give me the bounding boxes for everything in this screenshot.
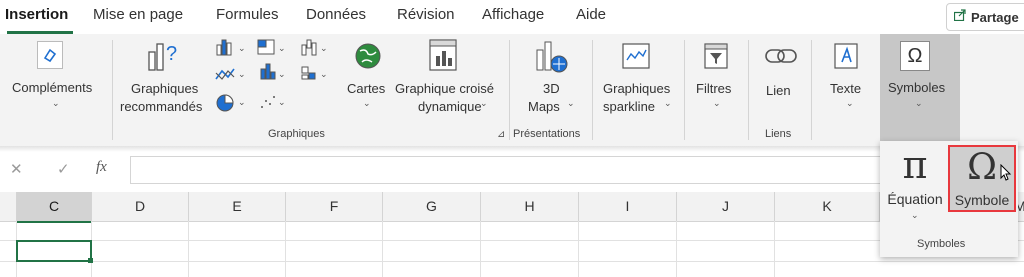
formula-input[interactable] (130, 156, 882, 184)
column-header-d[interactable]: D (92, 192, 189, 222)
tab-revision[interactable]: Révision (397, 6, 455, 23)
divider (684, 40, 685, 140)
graphiques-label-2[interactable]: recommandés (120, 98, 202, 115)
divider (811, 40, 812, 140)
column-header-c[interactable]: C (17, 192, 92, 223)
divider (592, 40, 593, 140)
pivot-chart-label-2[interactable]: dynamique (418, 98, 482, 115)
tab-insertion[interactable]: Insertion (5, 6, 68, 23)
divider (509, 40, 510, 140)
svg-text:⌄: ⌄ (320, 70, 328, 80)
link-icon[interactable] (764, 44, 798, 68)
pivot-chart-label-1[interactable]: Graphique croisé (395, 80, 494, 97)
svg-text:⌄: ⌄ (278, 98, 286, 108)
symbole-label: Symbole (954, 192, 1010, 208)
svg-text:⌄: ⌄ (320, 44, 328, 54)
chart-question-icon[interactable]: ? (146, 38, 182, 74)
complements-button[interactable]: Compléments (12, 79, 92, 96)
chevron-down-icon: ⌄ (911, 210, 919, 220)
gridline (480, 221, 481, 277)
gridline (285, 221, 286, 277)
sparkline-label-1[interactable]: Graphiques (603, 80, 670, 97)
tab-formules[interactable]: Formules (216, 6, 279, 23)
gridline (774, 221, 775, 277)
chevron-down-icon: ⌄ (846, 98, 854, 108)
maps3d-label-1[interactable]: 3D (543, 80, 560, 97)
sparkline-label-2[interactable]: sparkline (603, 98, 655, 115)
group-label-graphiques: Graphiques (268, 128, 325, 140)
row-header-corner[interactable] (0, 192, 17, 222)
svg-text:⌄: ⌄ (278, 70, 286, 80)
texte-button[interactable]: Texte (830, 80, 861, 97)
symboles-button[interactable]: Symboles (888, 79, 945, 96)
filter-icon[interactable] (703, 42, 729, 70)
chevron-down-icon: ⌄ (480, 98, 488, 108)
group-label-liens: Liens (765, 128, 792, 140)
group-label-presentations: Présentations (513, 128, 581, 140)
lien-button[interactable]: Lien (766, 82, 791, 99)
column-header-j[interactable]: J (677, 192, 775, 222)
gridline (0, 240, 1024, 241)
divider (112, 40, 113, 140)
column-header-g[interactable]: G (383, 192, 481, 222)
column-header-f[interactable]: F (286, 192, 383, 222)
chevron-down-icon: ⌄ (664, 98, 672, 108)
svg-text:⌄: ⌄ (238, 98, 246, 108)
gridline (578, 221, 579, 277)
maps3d-label-2[interactable]: Maps (528, 98, 560, 115)
text-icon[interactable] (833, 42, 859, 70)
active-cell[interactable] (16, 240, 92, 262)
chevron-down-icon: ⌄ (915, 98, 923, 108)
tab-aide[interactable]: Aide (576, 6, 606, 23)
omega-icon[interactable]: Ω (900, 41, 930, 71)
gridline (382, 221, 383, 277)
column-header-k[interactable]: K (775, 192, 880, 222)
chevron-down-icon: ⌄ (52, 98, 60, 108)
graphiques-label-1[interactable]: Graphiques (131, 80, 198, 97)
dialog-launcher-icon[interactable]: ⊿ (497, 129, 505, 140)
chevron-down-icon: ⌄ (363, 98, 371, 108)
globe-icon[interactable] (354, 42, 382, 70)
svg-text:?: ? (166, 43, 177, 65)
enter-icon[interactable]: ✓ (57, 160, 70, 178)
pi-icon[interactable]: π (887, 143, 943, 187)
3d-maps-icon[interactable] (533, 38, 569, 74)
divider (748, 40, 749, 140)
fill-handle[interactable] (88, 258, 93, 263)
mouse-cursor-icon (1000, 164, 1012, 181)
chevron-down-icon: ⌄ (713, 98, 721, 108)
pivot-chart-icon[interactable] (428, 38, 460, 74)
gridline (676, 221, 677, 277)
cartes-button[interactable]: Cartes (347, 80, 385, 97)
chevron-down-icon: ⌄ (567, 98, 575, 108)
share-icon (954, 9, 966, 21)
svg-text:⌄: ⌄ (238, 44, 246, 54)
column-header-e[interactable]: E (189, 192, 286, 222)
column-header-h[interactable]: H (481, 192, 579, 222)
svg-text:⌄: ⌄ (238, 70, 246, 80)
filtres-button[interactable]: Filtres (696, 80, 731, 97)
share-button[interactable]: Partage (946, 3, 1024, 31)
svg-text:⌄: ⌄ (278, 44, 286, 54)
gridline (0, 261, 1024, 262)
group-label-symboles: Symboles (917, 238, 966, 250)
fx-icon[interactable]: fx (96, 159, 107, 176)
column-header-i[interactable]: I (579, 192, 677, 222)
addins-icon[interactable] (37, 41, 63, 69)
tab-affichage[interactable]: Affichage (482, 6, 544, 23)
gridline (188, 221, 189, 277)
sparkline-icon[interactable] (621, 42, 651, 70)
cancel-icon[interactable]: ✕ (10, 160, 23, 178)
tab-mise-en-page[interactable]: Mise en page (93, 6, 183, 23)
tab-donnees[interactable]: Données (306, 6, 366, 23)
equation-button[interactable]: Équation (883, 191, 947, 207)
chart-types-grid[interactable]: ⌄ ⌄ ⌄ ⌄ ⌄ ⌄ ⌄ ⌄ (214, 37, 334, 117)
share-label: Partage (971, 10, 1019, 25)
